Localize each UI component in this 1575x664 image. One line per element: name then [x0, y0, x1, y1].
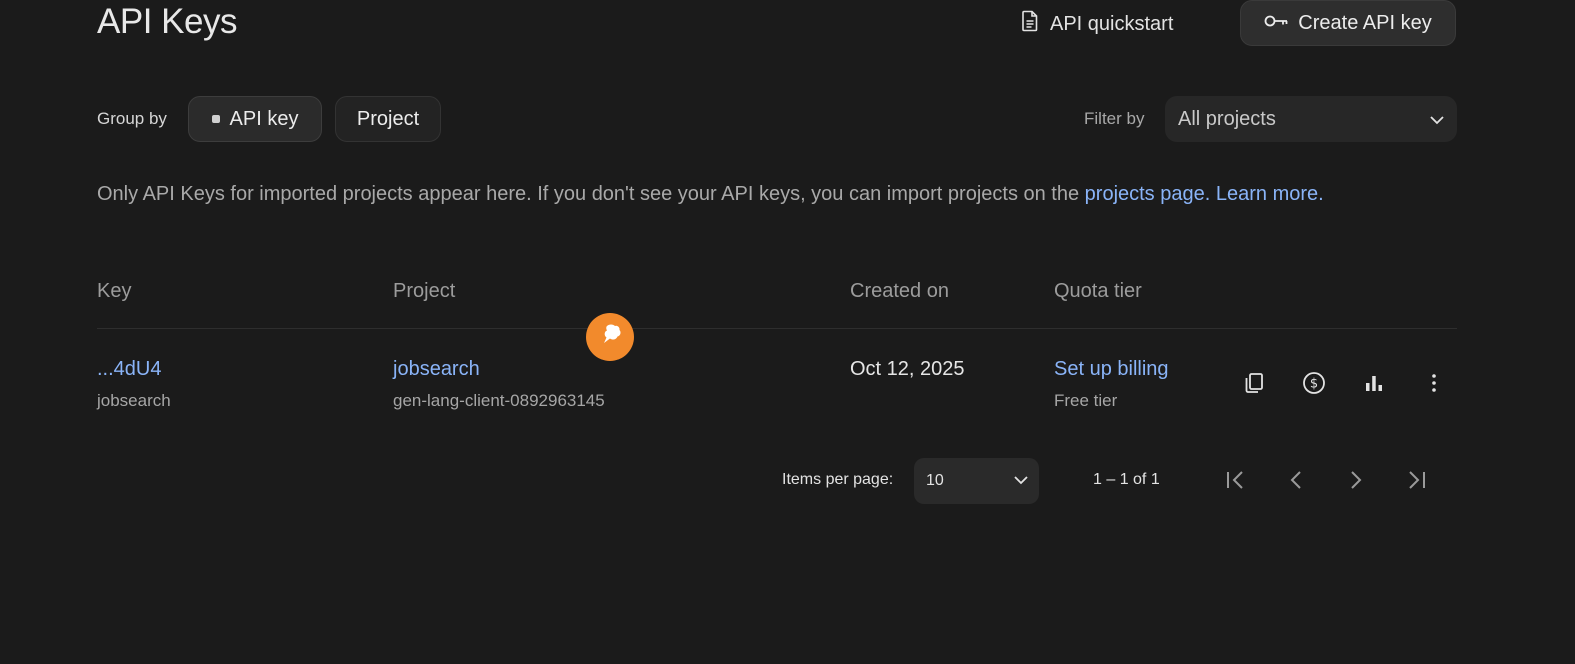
previous-page-button[interactable] — [1278, 464, 1314, 500]
project-id: gen-lang-client-0892963145 — [393, 391, 605, 410]
billing-button[interactable]: $ — [1297, 368, 1331, 402]
api-quickstart-label: API quickstart — [1050, 12, 1174, 35]
column-header-project: Project — [393, 280, 456, 302]
document-icon — [1020, 10, 1040, 38]
usage-chart-icon — [1364, 373, 1384, 398]
last-page-button[interactable] — [1398, 464, 1434, 500]
group-by-api-key-chip[interactable]: API key — [188, 96, 322, 142]
column-header-quota-tier: Quota tier — [1054, 280, 1142, 302]
selected-indicator-icon — [211, 115, 220, 123]
pagination-range: 1 – 1 of 1 — [1093, 471, 1160, 488]
more-vert-icon — [1431, 373, 1437, 398]
usage-button[interactable] — [1357, 368, 1391, 402]
column-header-created-on: Created on — [850, 280, 949, 302]
info-text: Only API Keys for imported projects appe… — [97, 183, 1085, 205]
items-per-page-value: 10 — [926, 472, 944, 489]
last-page-icon — [1405, 470, 1427, 495]
info-message: Only API Keys for imported projects appe… — [97, 179, 1427, 209]
chevron-right-icon — [1349, 470, 1363, 495]
table-header-divider — [97, 328, 1457, 329]
group-by-project-label: Project — [356, 107, 420, 130]
create-api-key-label: Create API key — [1298, 11, 1432, 34]
project-filter-select[interactable]: All projects — [1165, 96, 1457, 142]
items-per-page-select[interactable]: 10 — [914, 458, 1039, 504]
set-up-billing-link[interactable]: Set up billing — [1054, 358, 1169, 381]
column-header-key: Key — [97, 280, 132, 302]
api-key-link[interactable]: ...4dU4 — [97, 358, 161, 381]
chevron-left-icon — [1289, 470, 1303, 495]
copy-key-button[interactable] — [1237, 368, 1271, 402]
next-page-button[interactable] — [1338, 464, 1374, 500]
billing-icon: $ — [1302, 371, 1326, 400]
copy-icon — [1243, 372, 1265, 399]
chevron-down-icon — [1013, 472, 1029, 490]
page-title: API Keys — [97, 2, 237, 41]
key-icon — [1264, 12, 1290, 35]
group-by-label: Group by — [97, 109, 167, 128]
project-name-link[interactable]: jobsearch — [393, 358, 480, 381]
first-page-icon — [1225, 470, 1247, 495]
chat-bubble-icon — [597, 322, 623, 353]
filter-by-label: Filter by — [1084, 109, 1145, 128]
created-date: Oct 12, 2025 — [850, 358, 965, 380]
svg-text:$: $ — [1310, 376, 1318, 391]
projects-page-link[interactable]: projects page. — [1085, 183, 1211, 205]
api-quickstart-link[interactable]: API quickstart — [1020, 8, 1173, 40]
create-api-key-button[interactable]: Create API key — [1240, 0, 1456, 46]
learn-more-link[interactable]: Learn more. — [1216, 183, 1324, 205]
project-filter-value: All projects — [1178, 107, 1276, 130]
items-per-page-label: Items per page: — [782, 471, 894, 488]
first-page-button[interactable] — [1218, 464, 1254, 500]
api-key-name: jobsearch — [97, 391, 171, 410]
floating-assistant-button[interactable] — [586, 313, 634, 361]
quota-tier-value: Free tier — [1054, 391, 1118, 410]
group-by-project-chip[interactable]: Project — [335, 96, 441, 142]
more-actions-button[interactable] — [1417, 368, 1451, 402]
chevron-down-icon — [1429, 108, 1445, 131]
group-by-api-key-label: API key — [229, 107, 299, 130]
